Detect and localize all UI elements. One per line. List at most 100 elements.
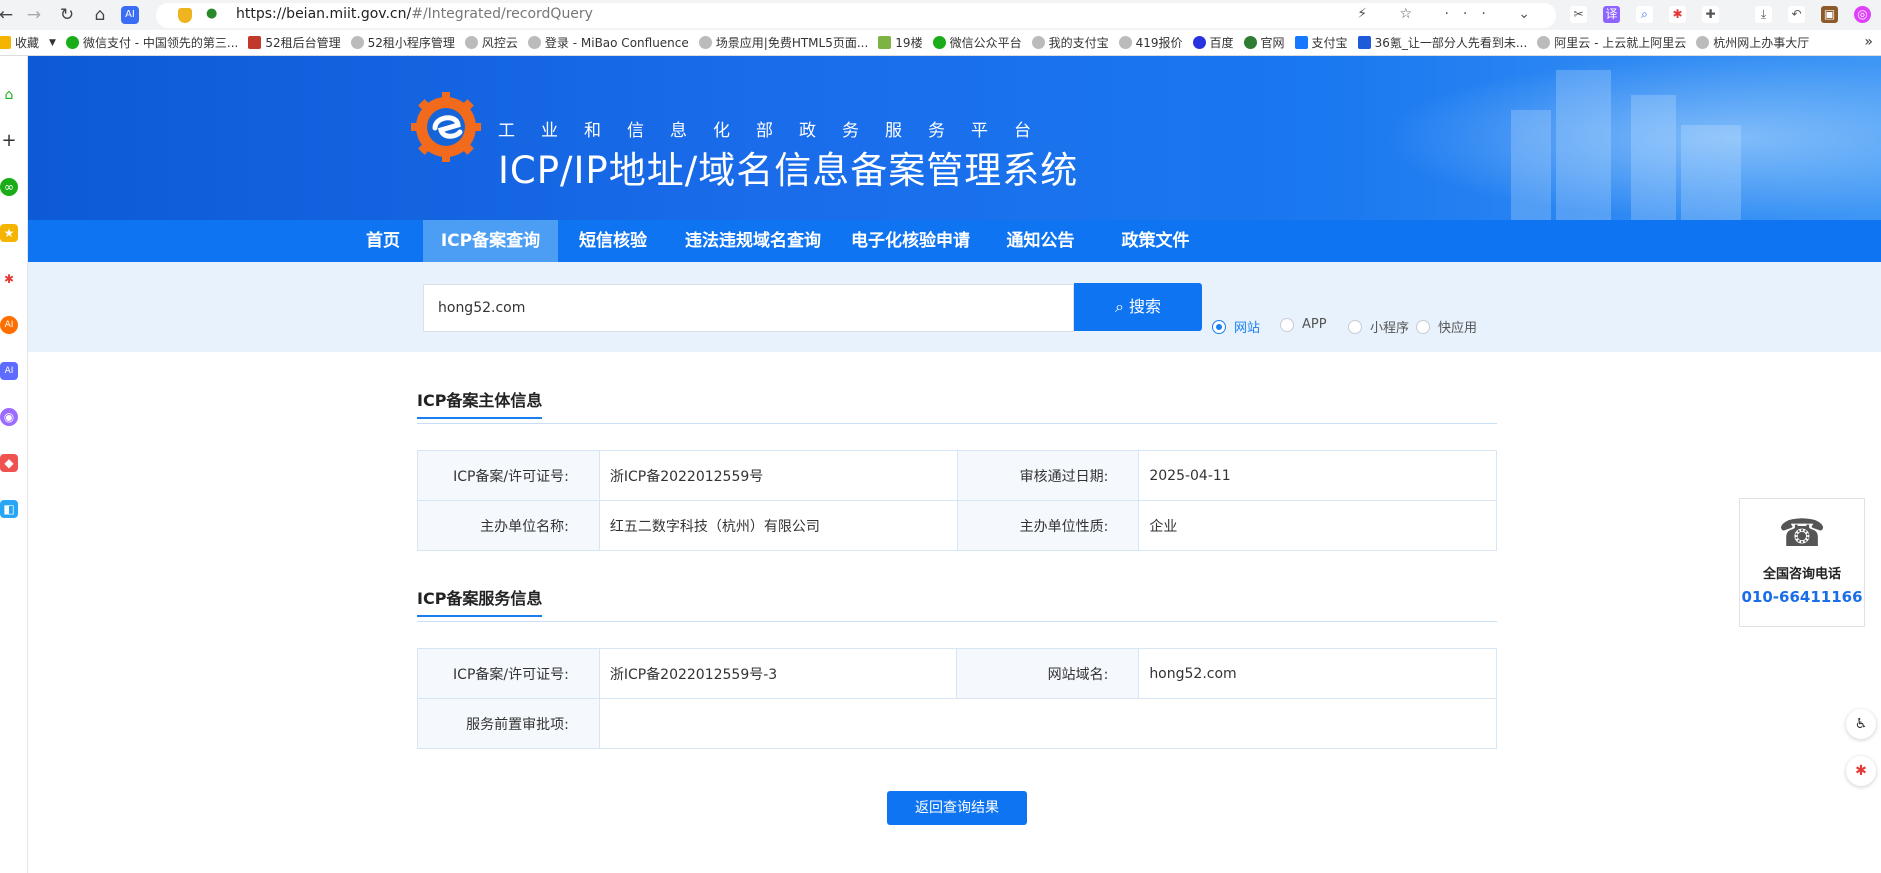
- table-row: ICP备案/许可证号: 浙ICP备2022012559号 审核通过日期: 202…: [417, 450, 1497, 501]
- bookmark-item[interactable]: 我的支付宝: [1031, 34, 1109, 51]
- radio-dot: [1212, 319, 1226, 334]
- radio-mini-program[interactable]: 小程序: [1348, 317, 1409, 336]
- nav-sms-verify[interactable]: 短信核验: [558, 220, 668, 262]
- bookmark-item[interactable]: 百度: [1192, 34, 1234, 51]
- bookmark-item[interactable]: 登录 - MiBao Confluence: [527, 34, 689, 51]
- globe-icon: [1696, 36, 1710, 49]
- home-icon[interactable]: ⌂: [90, 5, 110, 25]
- bookmark-item[interactable]: 419报价: [1118, 34, 1183, 51]
- radio-app[interactable]: APP: [1280, 317, 1327, 332]
- bookmark-item[interactable]: 52租后台管理: [248, 34, 341, 51]
- bookmark-item[interactable]: 52租小程序管理: [350, 34, 455, 51]
- ai-assistant-icon[interactable]: AI: [121, 6, 139, 24]
- nav-icp-query[interactable]: ICP备案查询: [423, 220, 558, 262]
- org-name-value: 红五二数字科技（杭州）有限公司: [598, 500, 958, 551]
- wechat-pay-icon: [65, 36, 79, 49]
- site-icon: [878, 36, 892, 49]
- reload-icon[interactable]: ↻: [57, 5, 77, 25]
- bookmark-item[interactable]: 风控云: [464, 34, 518, 51]
- radio-website[interactable]: 网站: [1212, 317, 1260, 336]
- game-icon[interactable]: ◆: [0, 454, 18, 472]
- domain-value: hong52.com: [1138, 648, 1497, 699]
- subject-info-table: ICP备案/许可证号: 浙ICP备2022012559号 审核通过日期: 202…: [417, 450, 1497, 551]
- briefcase-icon[interactable]: ▣: [1821, 6, 1838, 23]
- download-icon[interactable]: ⤓: [1755, 6, 1772, 23]
- search-ext-icon[interactable]: ⌕: [1636, 6, 1653, 23]
- back-icon[interactable]: ←: [0, 5, 16, 25]
- site-icon: [1243, 36, 1257, 49]
- bookmark-label: 52租后台管理: [265, 36, 341, 50]
- url-path: #/Integrated/recordQuery: [411, 6, 593, 22]
- bookmark-label: 登录 - MiBao Confluence: [544, 36, 689, 50]
- network-ext-icon[interactable]: ✱: [1669, 6, 1686, 23]
- nav-notices[interactable]: 通知公告: [983, 220, 1098, 262]
- bookmark-item[interactable]: 36氪_让一部分人先看到未...: [1357, 34, 1527, 51]
- ai-chat-icon[interactable]: AI: [0, 362, 18, 380]
- ai-icon[interactable]: AI: [0, 316, 18, 334]
- bookmark-item[interactable]: 微信公众平台: [932, 34, 1022, 51]
- bookmark-label: 收藏: [15, 36, 40, 50]
- accessibility-icon[interactable]: ♿: [1846, 709, 1876, 739]
- bookmark-label: 支付宝: [1311, 36, 1348, 50]
- puzzle-icon[interactable]: ✚: [1702, 6, 1719, 23]
- bot-icon[interactable]: ◉: [0, 408, 18, 426]
- globe-icon: [464, 36, 478, 49]
- address-tools[interactable]: ⚡ ☆ ··· ⌄: [1357, 6, 1544, 22]
- address-bar[interactable]: ● https://beian.miit.gov.cn/#/Integrated…: [156, 3, 1556, 28]
- shield-icon[interactable]: [178, 8, 192, 23]
- miit-logo-icon: [411, 92, 481, 162]
- star-icon[interactable]: ★: [0, 224, 18, 242]
- back-to-results-button[interactable]: 返回查询结果: [887, 791, 1027, 825]
- undo-icon[interactable]: ↶: [1788, 6, 1805, 23]
- radio-quick-app[interactable]: 快应用: [1416, 317, 1477, 336]
- bookmark-item[interactable]: 杭州网上办事大厅: [1696, 34, 1809, 51]
- network-float-icon[interactable]: ✱: [1846, 756, 1876, 786]
- service-info-title: ICP备案服务信息: [417, 585, 543, 617]
- nav-policies[interactable]: 政策文件: [1098, 220, 1213, 262]
- translate-icon[interactable]: 译: [1603, 6, 1620, 23]
- forward-icon[interactable]: →: [24, 5, 44, 25]
- bookmark-item[interactable]: 场景应用|免费HTML5页面...: [698, 34, 868, 51]
- bookmark-item[interactable]: 微信支付 - 中国领先的第三...: [65, 34, 238, 51]
- lock-icon[interactable]: ●: [206, 6, 217, 21]
- section-divider: [417, 621, 1497, 622]
- ministry-name: 工业和信息化部政务服务平台: [498, 121, 1057, 141]
- nav-home[interactable]: 首页: [343, 220, 423, 262]
- bookmark-label: 微信公众平台: [949, 36, 1022, 50]
- more-bookmarks-icon[interactable]: »: [1864, 34, 1873, 50]
- scissors-icon[interactable]: ✂: [1570, 6, 1587, 23]
- service-license-label: ICP备案/许可证号:: [417, 648, 600, 699]
- nav-e-verify[interactable]: 电子化核验申请: [838, 220, 983, 262]
- profile-icon[interactable]: ◎: [1854, 6, 1871, 23]
- bookmark-label: 阿里云 - 上云就上阿里云: [1554, 36, 1687, 50]
- nav-illegal-domain[interactable]: 违法违规域名查询: [668, 220, 838, 262]
- app-icon[interactable]: ◧: [0, 500, 18, 518]
- url-text[interactable]: https://beian.miit.gov.cn/#/Integrated/r…: [236, 6, 593, 22]
- search-icon: ⌕: [1114, 297, 1124, 316]
- site-icon: [1357, 36, 1371, 49]
- bookmark-label: 官网: [1260, 36, 1285, 50]
- bookmark-item[interactable]: 19楼: [878, 34, 923, 51]
- radio-label: 小程序: [1370, 321, 1410, 336]
- search-button[interactable]: ⌕ 搜索: [1074, 283, 1202, 331]
- bookmarks-bar: 收藏 ▼ 微信支付 - 中国领先的第三... 52租后台管理 52租小程序管理 风…: [0, 30, 1881, 56]
- org-name-label: 主办单位名称:: [417, 500, 600, 551]
- bookmark-item[interactable]: 收藏 ▼: [0, 34, 56, 51]
- bookmark-item[interactable]: 官网: [1243, 34, 1285, 51]
- search-input[interactable]: hong52.com: [423, 284, 1074, 332]
- table-row: 服务前置审批项:: [417, 698, 1498, 749]
- building-decor: [1511, 110, 1551, 220]
- radio-label: 网站: [1234, 321, 1261, 336]
- service-license-value: 浙ICP备2022012559号-3: [598, 648, 958, 699]
- bookmark-item[interactable]: 阿里云 - 上云就上阿里云: [1537, 34, 1686, 51]
- home-icon[interactable]: ⌂: [0, 86, 18, 104]
- network-icon[interactable]: ✱: [0, 270, 18, 288]
- add-icon[interactable]: +: [0, 132, 18, 150]
- chevron-down-icon[interactable]: ▼: [49, 38, 56, 48]
- approve-date-label: 审核通过日期:: [956, 450, 1140, 501]
- bookmark-label: 419报价: [1135, 36, 1183, 50]
- radio-dot: [1348, 319, 1362, 334]
- link-icon[interactable]: ∞: [0, 178, 18, 196]
- bookmark-label: 52租小程序管理: [367, 36, 455, 50]
- bookmark-item[interactable]: 支付宝: [1294, 34, 1348, 51]
